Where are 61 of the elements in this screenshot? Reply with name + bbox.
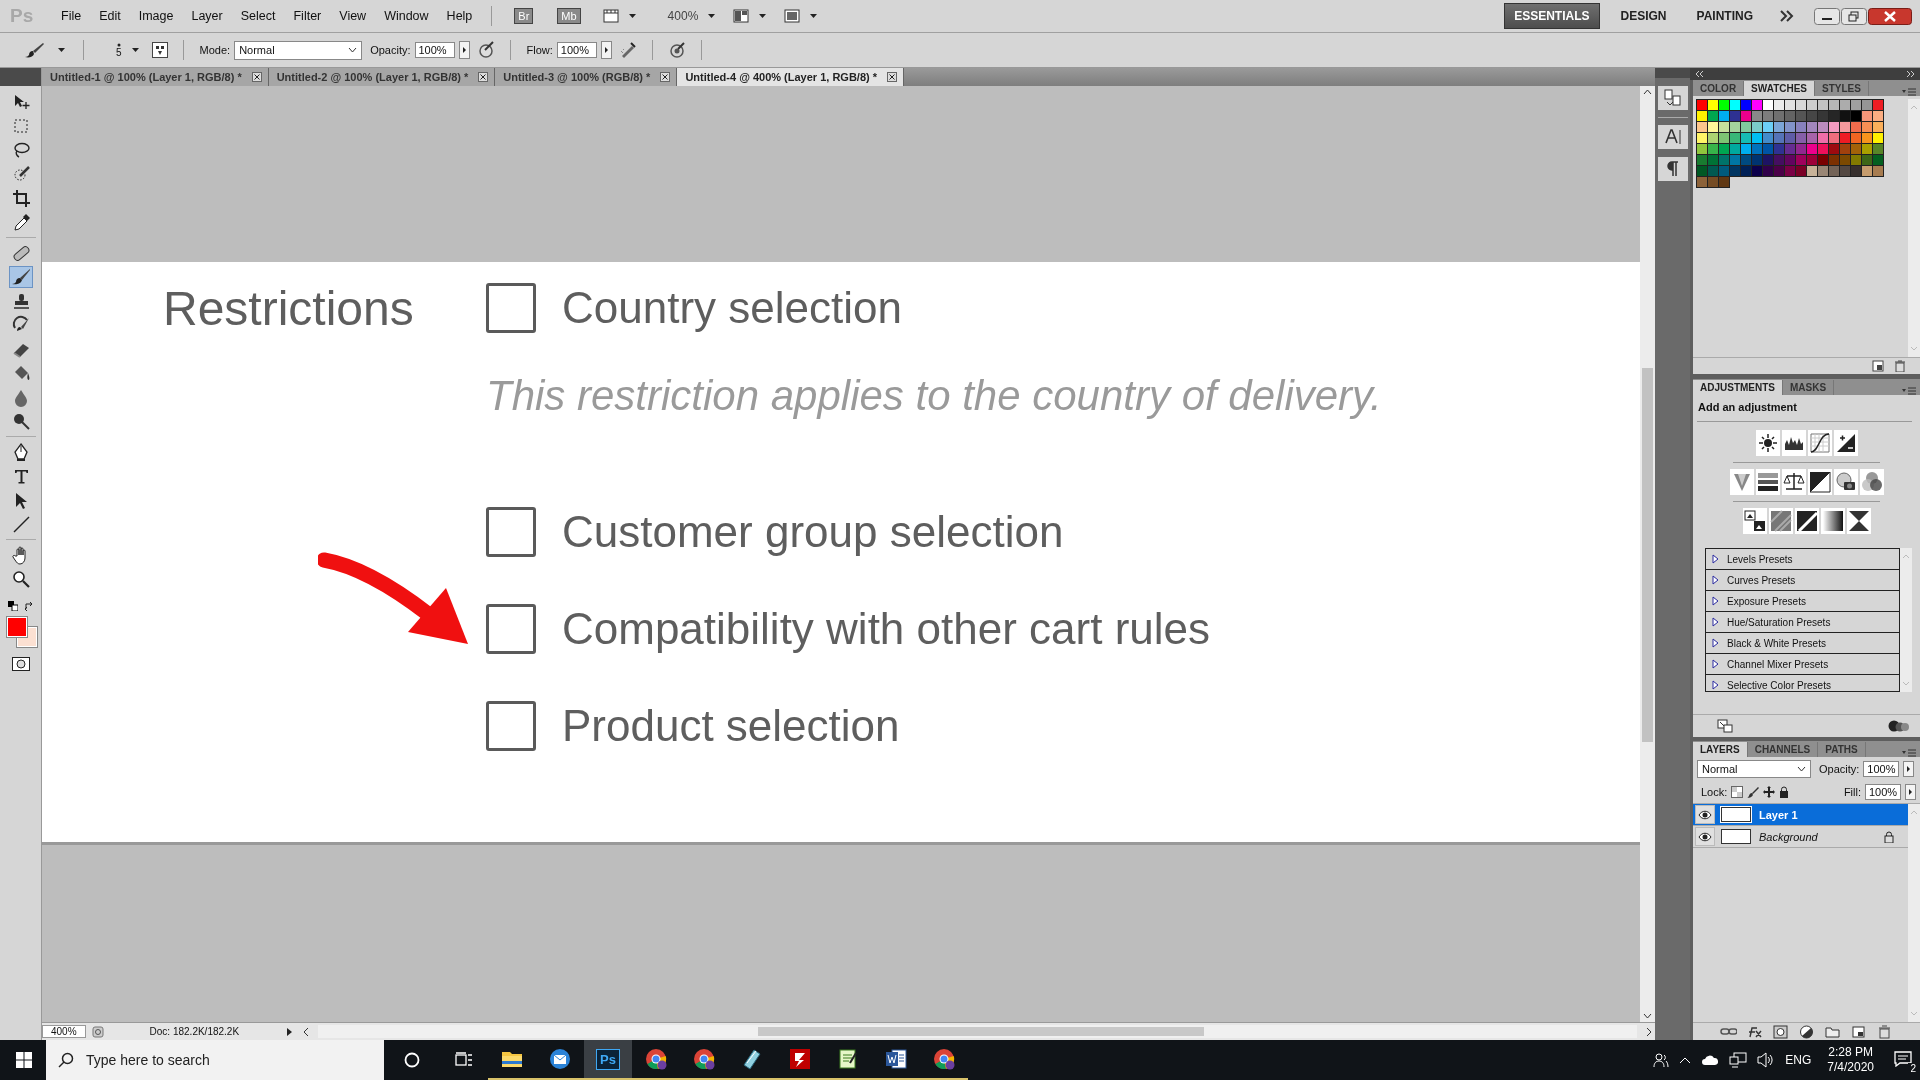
menu-item[interactable]: Layer	[184, 9, 230, 23]
checkbox-label: Compatibility with other cart rules	[562, 604, 1210, 654]
layer-name: Layer 1	[1759, 808, 1799, 821]
hint-text: This restriction applies to the country of delivery.	[486, 371, 1382, 421]
fill-label: Fill:	[1843, 786, 1861, 798]
opacity-label: Opacity:	[1819, 763, 1860, 775]
menu-item[interactable]: Select	[233, 9, 283, 23]
fill-field[interactable]: 100%	[1865, 784, 1901, 800]
opacity-field[interactable]: 100%	[414, 42, 455, 58]
document-tab[interactable]: Untitled-3 @ 100% (RGB/8) *	[495, 68, 678, 86]
flow-label: Flow:	[526, 44, 553, 56]
checkbox-label: Country selection	[562, 283, 902, 333]
checkbox-label: Customer group selection	[562, 507, 1064, 557]
opacity-label: Opacity:	[370, 44, 411, 56]
document-tab[interactable]: Untitled-2 @ 100% (Layer 1, RGB/8) *	[268, 68, 496, 86]
panel-tab[interactable]: MASKS	[1783, 380, 1835, 395]
search-field[interactable]: Type here to search	[46, 1040, 384, 1080]
mode-label: Mode:	[199, 44, 231, 56]
preset-item[interactable]: Hue/Saturation Presets	[1706, 612, 1899, 633]
layer-row[interactable]: Layer 1	[1693, 804, 1908, 826]
workspace-tab[interactable]: PAINTING	[1687, 4, 1762, 28]
preset-item[interactable]: Selective Color Presets	[1706, 675, 1899, 695]
layer-row[interactable]: Background	[1693, 826, 1908, 848]
preset-item[interactable]: Channel Mixer Presets	[1706, 654, 1899, 675]
menu-item[interactable]: Edit	[92, 9, 128, 23]
opacity-field[interactable]: 100%	[1863, 761, 1900, 777]
lock-label: Lock:	[1701, 786, 1728, 798]
taskbar-app[interactable]: Ps	[584, 1040, 632, 1080]
menu-item[interactable]: Help	[439, 9, 480, 23]
document-tab[interactable]: Untitled-4 @ 400% (Layer 1, RGB/8) *	[677, 68, 905, 86]
menu-item[interactable]: View	[332, 9, 374, 23]
language-indicator[interactable]: ENG	[1785, 1053, 1812, 1067]
panel-tab[interactable]: SWATCHES	[1744, 81, 1816, 96]
preset-item[interactable]: Exposure Presets	[1706, 591, 1899, 612]
menu-item[interactable]: File	[54, 9, 89, 23]
menu-item[interactable]: Image	[131, 9, 181, 23]
document-tab[interactable]: Untitled-1 @ 100% (Layer 1, RGB/8) *	[42, 68, 269, 86]
section-heading: Restrictions	[163, 282, 415, 336]
clock[interactable]: 2:28 PM 7/4/2020	[1827, 1045, 1874, 1075]
zoom-level[interactable]: 400%	[667, 9, 699, 23]
workspace-tab[interactable]: DESIGN	[1611, 4, 1676, 28]
brush-size: 5	[116, 46, 122, 58]
panel-tab[interactable]: PATHS	[1818, 742, 1866, 757]
preset-item[interactable]: Black & White Presets	[1706, 633, 1899, 654]
panel-title: Add an adjustment	[1697, 400, 1798, 415]
blend-mode-dropdown[interactable]: Normal	[1697, 760, 1811, 778]
panel-tab[interactable]: LAYERS	[1693, 742, 1748, 757]
menu-item[interactable]: Window	[377, 9, 436, 23]
preset-item[interactable]: Curves Presets	[1706, 570, 1899, 591]
panel-tab[interactable]: STYLES	[1815, 81, 1869, 96]
zoom-field[interactable]: 400%	[42, 1025, 86, 1038]
checkbox-label: Product selection	[562, 701, 900, 751]
document-info: Doc: 182.2K/182.2K	[149, 1026, 241, 1037]
workspace-tab[interactable]: ESSENTIALS	[1504, 3, 1600, 29]
panel-tab[interactable]: CHANNELS	[1747, 742, 1819, 757]
menu-item[interactable]: Filter	[286, 9, 329, 23]
mode-dropdown[interactable]: Normal	[234, 40, 363, 60]
flow-field[interactable]: 100%	[556, 42, 597, 58]
layer-name: Background	[1759, 830, 1819, 843]
panel-tab[interactable]: ADJUSTMENTS	[1693, 380, 1783, 395]
preset-item[interactable]: Levels Presets	[1706, 549, 1899, 570]
